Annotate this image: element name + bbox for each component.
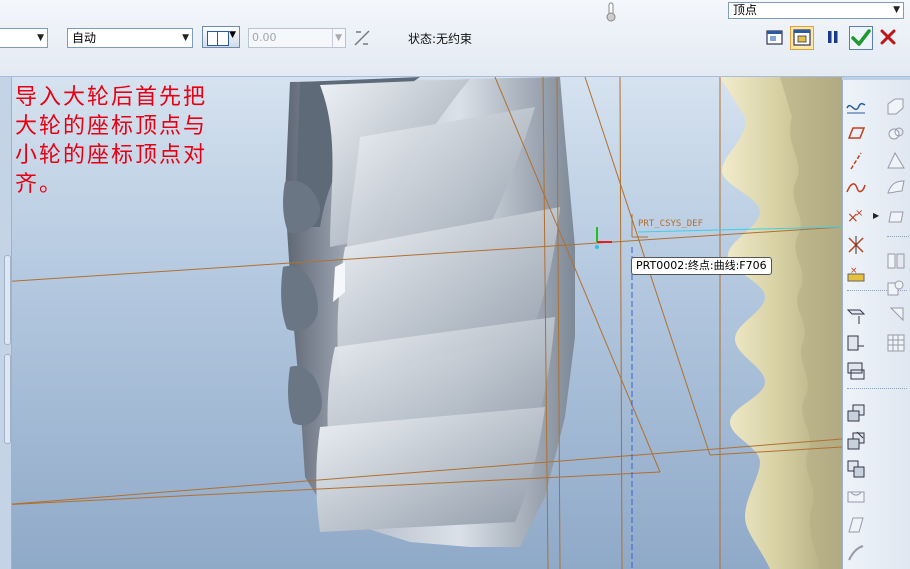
merge-icon[interactable] xyxy=(885,122,907,144)
small-gear xyxy=(720,77,842,569)
chevron-down-icon: ▼ xyxy=(332,29,342,47)
orientation-button[interactable]: ▼ xyxy=(202,26,240,48)
left-scroll-handle-top[interactable] xyxy=(4,255,11,345)
window-icon xyxy=(793,29,811,46)
datum-axis-icon[interactable] xyxy=(845,150,867,172)
coordinate-system-icon[interactable] xyxy=(845,234,867,256)
ok-button[interactable] xyxy=(849,26,873,50)
rib-icon[interactable] xyxy=(845,542,867,564)
flip-button[interactable] xyxy=(352,28,372,48)
window-preview-icon xyxy=(766,30,783,45)
cancel-button[interactable] xyxy=(877,26,901,50)
round-icon[interactable] xyxy=(885,332,907,354)
mirror-icon[interactable] xyxy=(845,430,867,452)
extrude-icon[interactable] xyxy=(845,304,867,326)
csys-label: PRT_CSYS_DEF xyxy=(638,219,704,229)
expand-arrow-icon[interactable]: ▶ xyxy=(873,211,879,220)
component-icon[interactable] xyxy=(885,277,907,299)
constraint-type-value: 顶点 xyxy=(733,3,758,17)
left-edge-strip xyxy=(0,77,12,569)
offset-icon[interactable] xyxy=(885,96,907,118)
close-icon xyxy=(880,29,896,45)
datum-point-icon[interactable]: ×× xyxy=(845,206,867,228)
blend-icon[interactable] xyxy=(845,402,867,424)
copy-icon[interactable] xyxy=(885,177,907,199)
sweep-icon[interactable] xyxy=(845,360,867,382)
shell-icon[interactable] xyxy=(885,304,907,326)
chevron-down-icon: ▼ xyxy=(893,5,900,15)
datum-curve-icon[interactable] xyxy=(845,177,867,199)
constraint-type-dropdown[interactable]: 顶点 ▼ xyxy=(728,2,904,19)
svg-text:×: × xyxy=(850,266,858,276)
pause-button[interactable] xyxy=(822,26,846,50)
chamfer-icon[interactable] xyxy=(845,486,867,508)
draft-icon[interactable] xyxy=(845,514,867,536)
pause-icon xyxy=(828,31,838,43)
toolbar-separator xyxy=(887,236,909,237)
annotation-text: 导入大轮后首先把 大轮的座标顶点与 小轮的座标顶点对 齐。 xyxy=(15,85,208,197)
selection-tooltip: PRT0002:终点:曲线:F706 xyxy=(631,257,772,275)
chevron-down-icon: ▼ xyxy=(182,33,189,43)
pattern-icon[interactable] xyxy=(845,458,867,480)
split-view-icon xyxy=(207,31,229,46)
svg-text:×: × xyxy=(855,208,863,219)
toolbar-separator xyxy=(847,388,907,389)
trim-icon[interactable] xyxy=(885,150,907,172)
thermometer-icon xyxy=(606,2,616,22)
left-scroll-handle-bottom[interactable] xyxy=(4,354,11,444)
group-icon[interactable] xyxy=(885,250,907,272)
reference-dropdown[interactable]: ▼ xyxy=(0,28,48,48)
sketch-curve-icon[interactable] xyxy=(845,96,867,118)
datum-plane-icon[interactable] xyxy=(845,122,867,144)
revolve-icon[interactable] xyxy=(845,332,867,354)
flip-icon xyxy=(354,30,370,46)
status-text: 状态:无约束 xyxy=(408,32,473,46)
glasses-preview-button[interactable] xyxy=(763,26,787,50)
check-icon xyxy=(851,29,871,46)
right-feature-toolbar: × × ▶ × xyxy=(842,80,910,569)
paste-icon[interactable] xyxy=(885,206,907,228)
constraint-dashboard: 顶点 ▼ ▼ 自动 ▼ ▼ 0.00 ▼ 状态:无约束 xyxy=(0,0,910,77)
mode-dropdown[interactable]: 自动 ▼ xyxy=(67,28,193,48)
offset-value: 0.00 xyxy=(252,31,277,44)
offset-input[interactable]: 0.00 ▼ xyxy=(248,28,346,48)
mode-value: 自动 xyxy=(72,31,97,45)
large-gear xyxy=(281,77,575,547)
chevron-down-icon: ▼ xyxy=(37,33,44,43)
chevron-down-icon: ▼ xyxy=(229,30,236,40)
analysis-icon[interactable]: × xyxy=(845,262,867,284)
separate-window-button[interactable] xyxy=(790,26,814,50)
